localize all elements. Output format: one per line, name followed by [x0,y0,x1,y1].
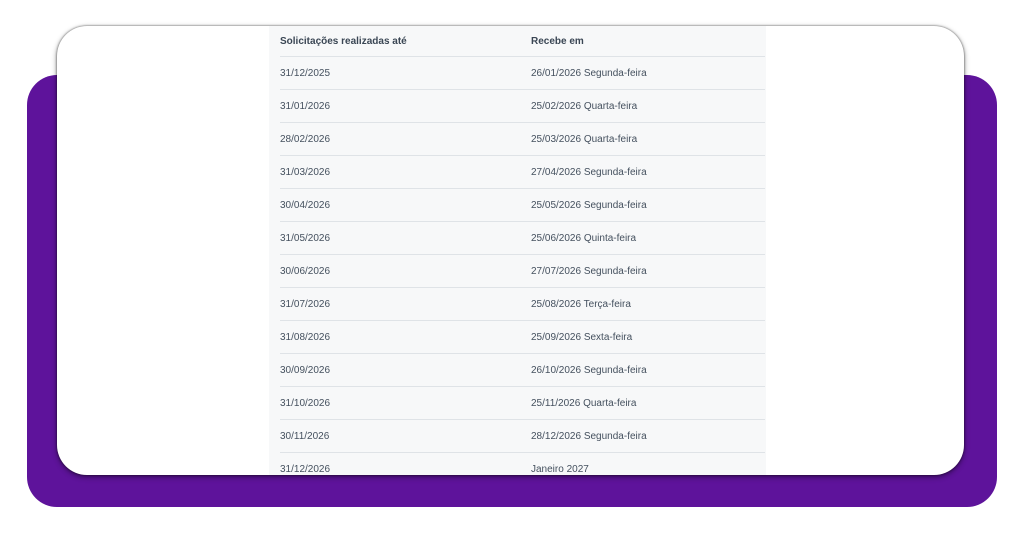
cell-receive-date: 28/12/2026 Segunda-feira [531,419,765,453]
content-card: Solicitações realizadas até Recebe em 31… [57,26,964,475]
table-row: 31/07/2026 25/08/2026 Terça-feira [280,287,765,321]
table-row: 30/04/2026 25/05/2026 Segunda-feira [280,188,765,222]
cell-request-date: 28/02/2026 [280,122,531,156]
table-row: 31/10/2026 25/11/2026 Quarta-feira [280,386,765,420]
cell-request-date: 31/08/2026 [280,320,531,354]
cell-request-date: 31/10/2026 [280,386,531,420]
cell-request-date: 31/12/2026 [280,463,331,475]
table-row: 31/08/2026 25/09/2026 Sexta-feira [280,320,765,354]
table-row: 28/02/2026 25/03/2026 Quarta-feira [280,122,765,156]
table-row: 30/06/2026 27/07/2026 Segunda-feira [280,254,765,288]
table-header-row: Solicitações realizadas até Recebe em [280,26,765,57]
cell-request-date: 30/09/2026 [280,353,531,387]
table-panel: Solicitações realizadas até Recebe em 31… [269,26,766,475]
cell-receive-date: 27/07/2026 Segunda-feira [531,254,765,288]
cell-receive-date: 25/06/2026 Quinta-feira [531,221,765,255]
stage: Solicitações realizadas até Recebe em 31… [0,0,1024,536]
cell-receive-date: 25/11/2026 Quarta-feira [531,386,765,420]
cell-request-date: 30/11/2026 [280,419,531,453]
cell-request-date: 31/12/2025 [280,56,531,90]
cell-request-date: 30/06/2026 [280,254,531,288]
table-row: 31/12/2025 26/01/2026 Segunda-feira [280,56,765,90]
cell-request-date: 31/07/2026 [280,287,531,321]
cell-receive-date: 25/05/2026 Segunda-feira [531,188,765,222]
cell-request-date: 31/05/2026 [280,221,531,255]
table-row: 31/12/2026 Janeiro 2027 [280,453,765,476]
cell-request-date: 30/04/2026 [280,188,531,222]
cell-request-date: 31/03/2026 [280,155,531,189]
cell-receive-date: 27/04/2026 Segunda-feira [531,155,765,189]
cell-receive-date: 25/03/2026 Quarta-feira [531,122,765,156]
cell-request-date: 31/01/2026 [280,89,531,123]
cell-receive-date: 26/10/2026 Segunda-feira [531,353,765,387]
table-row: 30/09/2026 26/10/2026 Segunda-feira [280,353,765,387]
payment-schedule-table: Solicitações realizadas até Recebe em 31… [280,26,765,475]
cell-receive-date: 25/08/2026 Terça-feira [531,287,765,321]
cell-receive-date: 25/02/2026 Quarta-feira [531,89,765,123]
cell-receive-date: 25/09/2026 Sexta-feira [531,320,765,354]
header-receives-on: Recebe em [531,26,765,57]
table-row: 30/11/2026 28/12/2026 Segunda-feira [280,419,765,453]
header-requests-until: Solicitações realizadas até [280,26,531,57]
table-row: 31/01/2026 25/02/2026 Quarta-feira [280,89,765,123]
cell-receive-date: 26/01/2026 Segunda-feira [531,56,765,90]
table-row: 31/03/2026 27/04/2026 Segunda-feira [280,155,765,189]
table-row: 31/05/2026 25/06/2026 Quinta-feira [280,221,765,255]
cell-receive-date: Janeiro 2027 [531,463,589,475]
